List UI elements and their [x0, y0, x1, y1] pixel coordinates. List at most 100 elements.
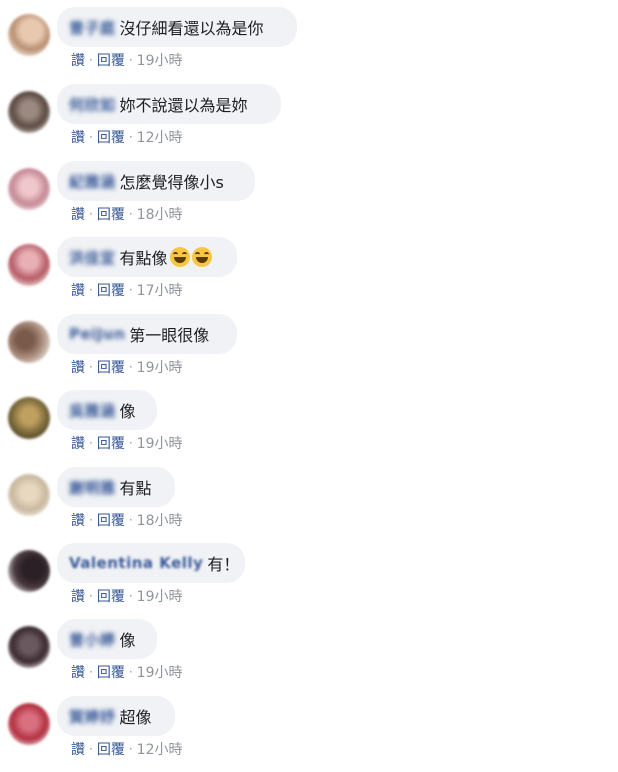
- separator-dot: ·: [89, 283, 93, 297]
- separator-dot: ·: [89, 665, 93, 679]
- commenter-name[interactable]: Valentina Kelly: [69, 554, 203, 572]
- avatar[interactable]: [8, 397, 50, 439]
- comment-timestamp[interactable]: 17小時: [137, 280, 183, 300]
- comment-actions: 讚 · 回覆 · 12小時: [71, 739, 182, 759]
- separator-dot: ·: [89, 130, 93, 144]
- commenter-name[interactable]: 紀雅涵: [69, 171, 116, 192]
- avatar[interactable]: [8, 168, 50, 210]
- comment-actions: 讚 · 回覆 · 18小時: [71, 204, 182, 224]
- comment-actions: 讚 · 回覆 · 19小時: [71, 433, 182, 453]
- reply-link[interactable]: 回覆: [97, 127, 125, 147]
- reply-link[interactable]: 回覆: [97, 204, 125, 224]
- comment-text: 有點: [119, 479, 152, 498]
- like-link[interactable]: 讚: [71, 357, 85, 377]
- separator-dot: ·: [128, 742, 133, 756]
- comment-actions: 讚 · 回覆 · 19小時: [71, 586, 182, 606]
- separator-dot: ·: [89, 53, 93, 67]
- separator-dot: ·: [89, 513, 93, 527]
- avatar[interactable]: [8, 550, 50, 592]
- comment: 曾小婷 像 讚 · 回覆 · 19小時: [0, 619, 618, 695]
- avatar[interactable]: [8, 14, 50, 56]
- commenter-name[interactable]: 賀婷妤: [69, 706, 116, 727]
- comment-bubble: 謝明雅 有點: [57, 467, 175, 507]
- comment-bubble: 何欣如 妳不說還以為是妳: [57, 84, 281, 124]
- separator-dot: ·: [128, 283, 133, 297]
- comment: 吳雅涵 像 讚 · 回覆 · 19小時: [0, 390, 618, 466]
- comment-text: 像: [119, 631, 136, 650]
- commenter-name[interactable]: 洪佳宜: [69, 247, 116, 268]
- reply-link[interactable]: 回覆: [97, 586, 125, 606]
- comment-timestamp[interactable]: 18小時: [137, 510, 183, 530]
- separator-dot: ·: [89, 436, 93, 450]
- commenter-name[interactable]: 曾小婷: [69, 629, 116, 650]
- comment: 謝明雅 有點 讚 · 回覆 · 18小時: [0, 467, 618, 543]
- grinning-face-icon: [169, 247, 190, 267]
- commenter-name[interactable]: 何欣如: [69, 94, 116, 115]
- comment-timestamp[interactable]: 19小時: [137, 586, 183, 606]
- comment-text: 超像: [119, 708, 152, 727]
- avatar[interactable]: [8, 626, 50, 668]
- avatar[interactable]: [8, 703, 50, 745]
- like-link[interactable]: 讚: [71, 127, 85, 147]
- comment-timestamp[interactable]: 19小時: [137, 662, 183, 682]
- separator-dot: ·: [128, 665, 133, 679]
- comment: 何欣如 妳不說還以為是妳 讚 · 回覆 · 12小時: [0, 84, 618, 160]
- separator-dot: ·: [128, 130, 133, 144]
- reply-link[interactable]: 回覆: [97, 280, 125, 300]
- like-link[interactable]: 讚: [71, 50, 85, 70]
- commenter-name[interactable]: 曾子庭: [69, 17, 116, 38]
- comment: Valentina Kelly 有！ 讚 · 回覆 · 19小時: [0, 543, 618, 619]
- commenter-name[interactable]: 吳雅涵: [69, 400, 116, 421]
- comment-bubble: 紀雅涵 怎麼覺得像小s: [57, 161, 255, 201]
- separator-dot: ·: [128, 436, 133, 450]
- separator-dot: ·: [128, 513, 133, 527]
- reply-link[interactable]: 回覆: [97, 739, 125, 759]
- avatar[interactable]: [8, 91, 50, 133]
- comment-text: 像: [119, 402, 136, 421]
- comment-timestamp[interactable]: 19小時: [137, 50, 183, 70]
- like-link[interactable]: 讚: [71, 739, 85, 759]
- avatar[interactable]: [8, 474, 50, 516]
- comment-timestamp[interactable]: 12小時: [137, 739, 183, 759]
- comment-bubble: 曾小婷 像: [57, 619, 157, 659]
- comment-text: 有！: [207, 555, 240, 574]
- comment-actions: 讚 · 回覆 · 19小時: [71, 662, 182, 682]
- separator-dot: ·: [89, 207, 93, 221]
- comment-text: 沒仔細看還以為是你: [119, 19, 264, 38]
- commenter-name[interactable]: PeiJun: [69, 325, 125, 343]
- avatar[interactable]: [8, 244, 50, 286]
- comment-timestamp[interactable]: 19小時: [137, 433, 183, 453]
- reply-link[interactable]: 回覆: [97, 50, 125, 70]
- comment-text: 第一眼很像: [129, 326, 210, 345]
- comment-text: 有點像: [119, 249, 168, 268]
- comment-bubble: PeiJun 第一眼很像: [57, 314, 237, 354]
- reply-link[interactable]: 回覆: [97, 510, 125, 530]
- comment-timestamp[interactable]: 18小時: [137, 204, 183, 224]
- comment-bubble: 吳雅涵 像: [57, 390, 157, 430]
- like-link[interactable]: 讚: [71, 510, 85, 530]
- like-link[interactable]: 讚: [71, 433, 85, 453]
- avatar[interactable]: [8, 321, 50, 363]
- comment-actions: 讚 · 回覆 · 18小時: [71, 510, 182, 530]
- separator-dot: ·: [128, 207, 133, 221]
- comment-bubble: 賀婷妤 超像: [57, 696, 175, 736]
- separator-dot: ·: [128, 360, 133, 374]
- reply-link[interactable]: 回覆: [97, 433, 125, 453]
- comment: 紀雅涵 怎麼覺得像小s 讚 · 回覆 · 18小時: [0, 161, 618, 237]
- comment: PeiJun 第一眼很像 讚 · 回覆 · 19小時: [0, 314, 618, 390]
- comment-bubble: 曾子庭 沒仔細看還以為是你: [57, 7, 297, 47]
- comment-timestamp[interactable]: 12小時: [137, 127, 183, 147]
- reply-link[interactable]: 回覆: [97, 357, 125, 377]
- reply-link[interactable]: 回覆: [97, 662, 125, 682]
- commenter-name[interactable]: 謝明雅: [69, 477, 116, 498]
- separator-dot: ·: [89, 742, 93, 756]
- comment-actions: 讚 · 回覆 · 17小時: [71, 280, 182, 300]
- comment-bubble: 洪佳宜 有點像: [57, 237, 237, 277]
- like-link[interactable]: 讚: [71, 586, 85, 606]
- comment: 洪佳宜 有點像 讚 · 回覆 · 17小時: [0, 237, 618, 313]
- like-link[interactable]: 讚: [71, 204, 85, 224]
- like-link[interactable]: 讚: [71, 662, 85, 682]
- comment-actions: 讚 · 回覆 · 12小時: [71, 127, 182, 147]
- like-link[interactable]: 讚: [71, 280, 85, 300]
- comment-timestamp[interactable]: 19小時: [137, 357, 183, 377]
